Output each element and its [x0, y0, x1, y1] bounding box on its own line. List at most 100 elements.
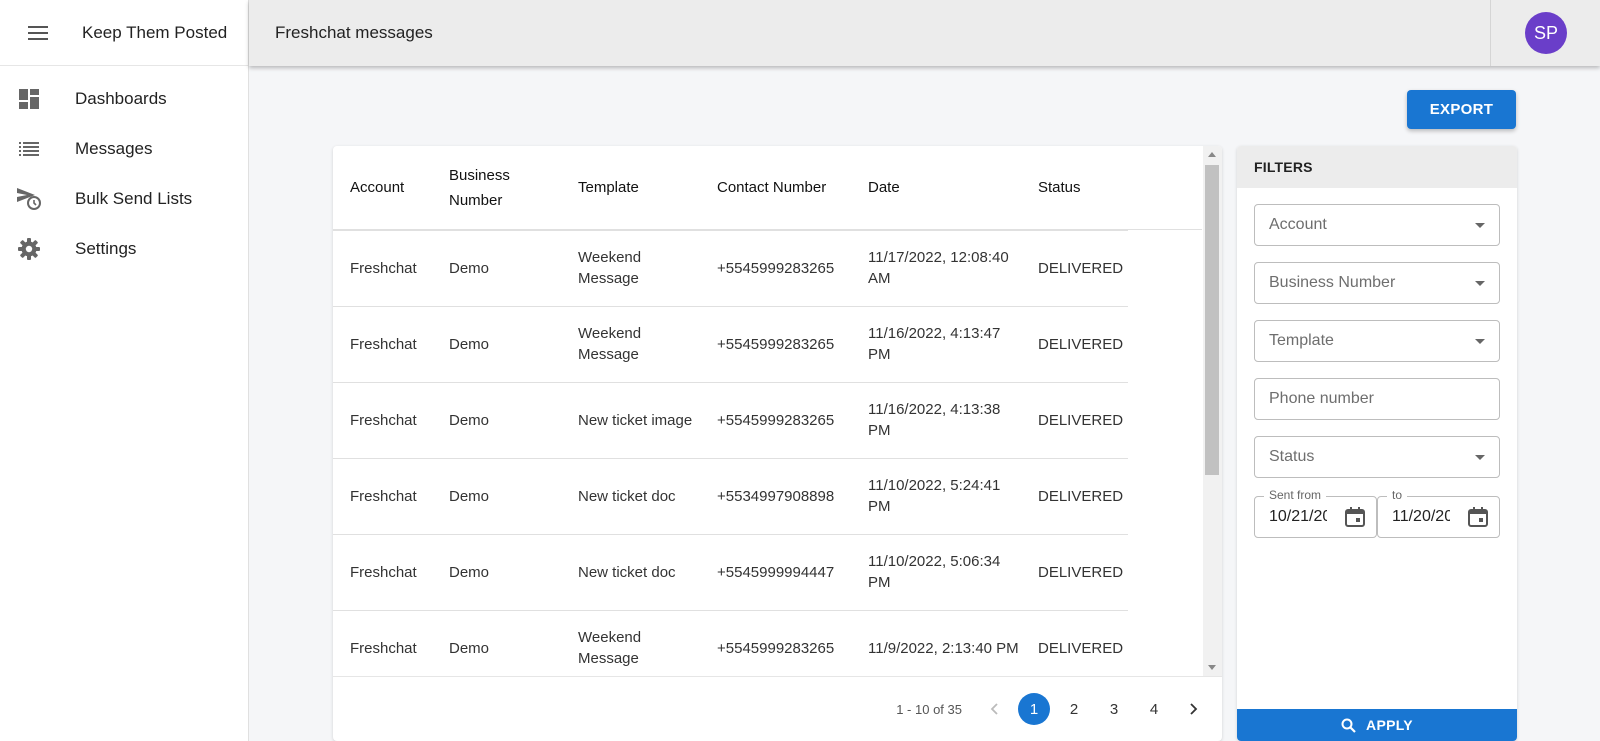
messages-table: Account Business Number Template Contact…	[333, 146, 1128, 676]
cell-contact-number: +5545999283265	[700, 306, 851, 383]
sent-to-value: 11/20/2022	[1392, 508, 1450, 525]
status-select[interactable]: Status	[1254, 436, 1500, 478]
app-title: Keep Them Posted	[82, 22, 228, 42]
page-number: 2	[1069, 700, 1079, 718]
sent-from-value: 10/21/2022	[1269, 508, 1327, 525]
hamburger-menu-icon[interactable]	[26, 21, 50, 45]
sent-from-date-input[interactable]: Sent from 10/21/2022	[1254, 488, 1377, 538]
phone-number-input[interactable]: Phone number	[1254, 378, 1500, 420]
table-row[interactable]: Freshchat Demo New ticket doc +553499790…	[333, 458, 1128, 535]
search-icon	[1341, 718, 1356, 733]
previous-page-button[interactable]	[974, 693, 1014, 725]
cell-account: Freshchat	[333, 458, 432, 535]
calendar-icon[interactable]	[1467, 506, 1489, 528]
column-header-template[interactable]: Template	[561, 146, 700, 231]
cell-business-number: Demo	[432, 230, 561, 307]
column-header-business-number[interactable]: Business Number	[432, 146, 561, 231]
cell-template: New ticket image	[561, 382, 700, 459]
cell-account: Freshchat	[333, 306, 432, 383]
sidebar-item-label: Dashboards	[75, 89, 167, 108]
sidebar-nav: Dashboards Messages Bulk Send Lists Sett…	[0, 66, 248, 274]
page-title: Freshchat messages	[275, 23, 433, 42]
cell-date: 11/16/2022, 4:13:47 PM	[851, 306, 1021, 383]
filters-panel: FILTERS Account Business Number Template…	[1237, 146, 1517, 741]
sent-to-label: to	[1387, 488, 1408, 502]
page-button-2[interactable]: 2	[1054, 693, 1094, 725]
apply-label: APPLY	[1366, 717, 1413, 733]
top-app-bar: Freshchat messages SP	[249, 0, 1600, 66]
next-page-button[interactable]	[1174, 693, 1214, 725]
status-select-placeholder: Status	[1269, 448, 1315, 465]
template-select-placeholder: Template	[1269, 332, 1334, 349]
sidebar-item-label: Bulk Send Lists	[75, 189, 193, 208]
cell-status: DELIVERED	[1021, 610, 1128, 676]
cell-status: DELIVERED	[1021, 458, 1128, 535]
table-row[interactable]: Freshchat Demo Weekend Message +55459992…	[333, 230, 1128, 307]
table-row[interactable]: Freshchat Demo New ticket image +5545999…	[333, 382, 1128, 459]
header-divider	[333, 229, 1202, 230]
sidebar-item-messages[interactable]: Messages	[0, 124, 248, 174]
column-header-contact-number[interactable]: Contact Number	[700, 146, 851, 231]
scroll-up-arrow-icon[interactable]	[1208, 152, 1216, 157]
cell-contact-number: +5545999994447	[700, 534, 851, 611]
scrollbar-thumb[interactable]	[1205, 165, 1219, 475]
table-row[interactable]: Freshchat Demo Weekend Message +55459992…	[333, 306, 1128, 383]
page-range-label: 1 - 10 of 35	[896, 701, 962, 717]
topbar-divider	[1490, 0, 1491, 66]
cell-business-number: Demo	[432, 306, 561, 383]
dropdown-arrow-icon	[1475, 223, 1485, 228]
dashboard-icon	[17, 87, 41, 111]
cell-status: DELIVERED	[1021, 306, 1128, 383]
account-select-placeholder: Account	[1269, 216, 1327, 233]
sidebar-item-dashboards[interactable]: Dashboards	[0, 74, 248, 124]
sidebar-item-bulk-send-lists[interactable]: Bulk Send Lists	[0, 174, 248, 224]
sent-to-date-input[interactable]: to 11/20/2022	[1377, 488, 1500, 538]
cell-status: DELIVERED	[1021, 230, 1128, 307]
page-button-4[interactable]: 4	[1134, 693, 1174, 725]
cell-template: New ticket doc	[561, 534, 700, 611]
apply-button[interactable]: APPLY	[1237, 709, 1517, 741]
column-header-date[interactable]: Date	[851, 146, 1021, 231]
cell-template: Weekend Message	[561, 610, 700, 676]
cell-business-number: Demo	[432, 610, 561, 676]
column-header-status[interactable]: Status	[1021, 146, 1128, 231]
scheduled-send-icon	[17, 187, 41, 211]
phone-number-placeholder: Phone number	[1269, 390, 1374, 407]
cell-status: DELIVERED	[1021, 534, 1128, 611]
column-header-account[interactable]: Account	[333, 146, 432, 231]
export-button[interactable]: EXPORT	[1407, 90, 1516, 129]
cell-date: 11/17/2022, 12:08:40 AM	[851, 230, 1021, 307]
sidebar: Keep Them Posted Dashboards Messages Bul…	[0, 0, 249, 741]
cell-account: Freshchat	[333, 230, 432, 307]
cell-account: Freshchat	[333, 382, 432, 459]
table-row[interactable]: Freshchat Demo Weekend Message +55459992…	[333, 610, 1128, 676]
cell-contact-number: +5545999283265	[700, 382, 851, 459]
template-select[interactable]: Template	[1254, 320, 1500, 362]
page-button-1[interactable]: 1	[1014, 693, 1054, 725]
calendar-icon[interactable]	[1344, 506, 1366, 528]
page-number: 1	[1018, 693, 1050, 725]
page-button-3[interactable]: 3	[1094, 693, 1134, 725]
account-select[interactable]: Account	[1254, 204, 1500, 246]
gear-icon	[17, 237, 41, 261]
table-scrollbar[interactable]	[1203, 146, 1222, 676]
cell-contact-number: +5534997908898	[700, 458, 851, 535]
business-number-select-placeholder: Business Number	[1269, 274, 1396, 291]
business-number-select[interactable]: Business Number	[1254, 262, 1500, 304]
list-icon	[17, 137, 41, 161]
page-number: 3	[1109, 700, 1119, 718]
table-header-row: Account Business Number Template Contact…	[333, 146, 1128, 231]
cell-date: 11/10/2022, 5:24:41 PM	[851, 458, 1021, 535]
cell-account: Freshchat	[333, 534, 432, 611]
cell-business-number: Demo	[432, 382, 561, 459]
sidebar-item-settings[interactable]: Settings	[0, 224, 248, 274]
cell-date: 11/10/2022, 5:06:34 PM	[851, 534, 1021, 611]
cell-date: 11/16/2022, 4:13:38 PM	[851, 382, 1021, 459]
cell-status: DELIVERED	[1021, 382, 1128, 459]
filters-title: FILTERS	[1237, 146, 1517, 188]
avatar[interactable]: SP	[1525, 12, 1567, 54]
pagination: 1 - 10 of 35 1 2 3 4	[333, 676, 1222, 741]
sidebar-item-label: Messages	[75, 139, 153, 158]
table-row[interactable]: Freshchat Demo New ticket doc +554599999…	[333, 534, 1128, 611]
scroll-down-arrow-icon[interactable]	[1208, 665, 1216, 670]
